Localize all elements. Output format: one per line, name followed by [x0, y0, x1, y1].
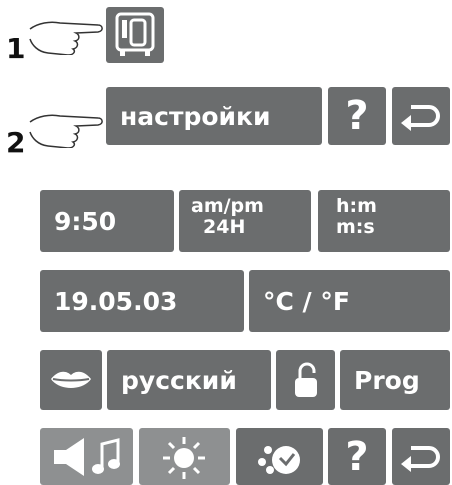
back-arrow-icon — [401, 446, 440, 472]
help-icon: ? — [345, 93, 369, 139]
temperature-units-label: °C / °F — [263, 286, 350, 316]
language-select[interactable]: русский — [107, 350, 271, 410]
ampm-label: am/pm — [191, 195, 264, 217]
step-number-2: 2 — [6, 126, 26, 159]
unlocked-padlock-icon — [295, 362, 317, 397]
hm-ms-button[interactable]: h:m m:s — [318, 190, 450, 252]
prog-label: Prog — [354, 365, 420, 395]
language-button[interactable] — [40, 350, 102, 410]
sound-button[interactable] — [40, 428, 133, 485]
hm-label: h:m — [336, 195, 377, 217]
ms-label: m:s — [336, 216, 375, 238]
clock-time-value: 9:50 — [54, 206, 117, 236]
help-button[interactable]: ? — [328, 87, 386, 145]
ampm-24h-button[interactable]: am/pm 24H — [179, 190, 311, 252]
24h-label: 24H — [203, 216, 246, 238]
settings-label: настройки — [120, 101, 271, 131]
step-number-1: 1 — [6, 32, 26, 65]
back-button-bottom[interactable] — [392, 428, 450, 485]
sound-icon — [54, 438, 120, 476]
back-arrow-icon — [401, 105, 440, 131]
reset-icon — [258, 446, 300, 474]
brightness-button[interactable] — [139, 428, 230, 485]
oven-icon — [115, 12, 155, 56]
date-value: 19.05.03 — [54, 286, 178, 316]
oven-button[interactable] — [106, 7, 164, 63]
lock-button[interactable] — [276, 350, 335, 410]
temperature-units-button[interactable]: °C / °F — [249, 270, 450, 332]
date-button[interactable]: 19.05.03 — [40, 270, 244, 332]
brightness-icon — [163, 437, 205, 479]
lips-icon — [51, 371, 91, 388]
pointing-hand-icon — [29, 114, 103, 148]
language-value: русский — [121, 365, 237, 395]
prog-button[interactable]: Prog — [340, 350, 450, 410]
help-icon: ? — [345, 433, 369, 480]
settings-button[interactable]: настройки — [106, 87, 322, 145]
help-button-bottom[interactable]: ? — [328, 428, 386, 485]
pointing-hand-icon — [29, 21, 103, 55]
clock-time-button[interactable]: 9:50 — [40, 190, 174, 252]
back-button[interactable] — [392, 87, 450, 145]
reset-button[interactable] — [236, 428, 323, 485]
